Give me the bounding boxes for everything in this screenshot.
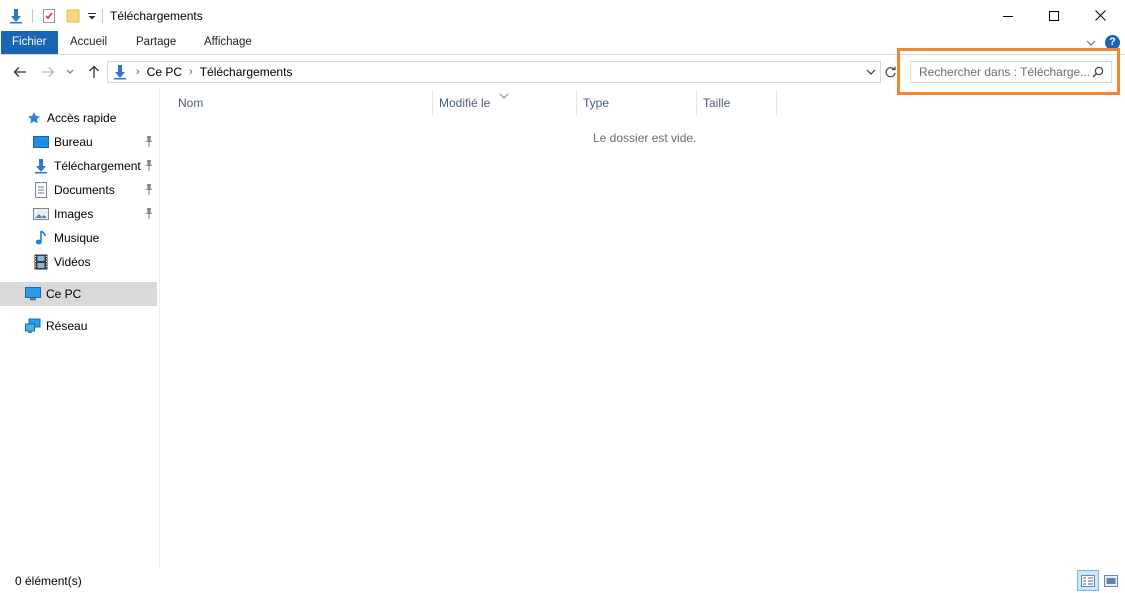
column-header-modifie-le[interactable]: Modifié le	[439, 90, 576, 116]
star-icon	[26, 110, 42, 126]
document-icon	[33, 182, 49, 198]
pin-icon[interactable]	[143, 135, 155, 149]
search-placeholder: Rechercher dans : Télécharge...	[919, 65, 1089, 79]
empty-folder-message: Le dossier est vide.	[593, 131, 697, 145]
column-divider[interactable]	[696, 90, 697, 116]
computer-icon	[25, 286, 41, 302]
nav-item-videos[interactable]: Vidéos	[0, 250, 157, 274]
navigation-pane: Accès rapide Bureau Téléchargements Docu…	[0, 88, 160, 568]
column-header-nom[interactable]: Nom	[178, 90, 432, 116]
download-arrow-icon[interactable]	[6, 6, 26, 26]
breadcrumb-separator[interactable]: ›	[189, 66, 193, 78]
nav-item-images[interactable]: Images	[0, 202, 157, 226]
maximize-icon	[1049, 10, 1059, 21]
up-button[interactable]	[84, 62, 104, 82]
forward-button[interactable]	[38, 62, 58, 82]
pin-icon[interactable]	[143, 159, 155, 173]
new-folder-icon[interactable]	[63, 6, 83, 26]
breadcrumb-telechargements[interactable]: Téléchargements	[200, 65, 293, 79]
nav-item-label: Ce PC	[46, 287, 82, 301]
breadcrumb-separator[interactable]: ›	[136, 66, 140, 78]
customize-dropdown-icon[interactable]	[85, 6, 99, 26]
nav-item-reseau[interactable]: Réseau	[0, 314, 157, 338]
nav-item-bureau[interactable]: Bureau	[0, 130, 157, 154]
column-divider[interactable]	[576, 90, 577, 116]
tab-fichier[interactable]: Fichier	[1, 31, 58, 54]
minimize-icon	[1003, 15, 1013, 17]
nav-item-label: Téléchargements	[54, 159, 141, 173]
address-dropdown-chevron-icon[interactable]	[864, 65, 878, 79]
network-icon	[25, 318, 41, 334]
address-bar[interactable]: › Ce PC › Téléchargements	[107, 61, 881, 83]
download-arrow-icon	[111, 63, 129, 81]
nav-item-label: Bureau	[54, 135, 93, 149]
nav-item-musique[interactable]: Musique	[0, 226, 157, 250]
tab-accueil[interactable]: Accueil	[57, 31, 120, 54]
status-item-count: 0 élément(s)	[15, 574, 82, 588]
close-button[interactable]	[1077, 0, 1123, 31]
nav-item-label: Réseau	[46, 319, 88, 333]
window-title: Téléchargements	[110, 9, 203, 23]
column-header-type[interactable]: Type	[583, 90, 696, 116]
nav-item-label: Accès rapide	[47, 111, 117, 125]
back-button[interactable]	[10, 62, 30, 82]
nav-item-label: Documents	[54, 183, 115, 197]
help-icon[interactable]: ?	[1105, 35, 1120, 50]
title-bar: Téléchargements	[0, 0, 1125, 32]
details-view-icon	[1081, 574, 1095, 587]
close-icon	[1094, 10, 1106, 21]
search-input[interactable]: Rechercher dans : Télécharge...	[910, 61, 1112, 83]
search-icon[interactable]	[1089, 63, 1107, 81]
column-divider[interactable]	[776, 90, 777, 116]
nav-item-documents[interactable]: Documents	[0, 178, 157, 202]
forward-arrow-icon	[42, 67, 55, 77]
image-icon	[33, 206, 49, 222]
nav-item-label: Images	[54, 207, 94, 221]
back-arrow-icon	[13, 67, 26, 77]
tab-affichage[interactable]: Affichage	[191, 31, 265, 54]
refresh-button[interactable]	[881, 61, 899, 83]
maximize-button[interactable]	[1031, 0, 1077, 31]
chevron-down-icon	[66, 69, 74, 74]
toolbar-separator	[32, 9, 33, 23]
up-arrow-icon	[89, 65, 99, 78]
navigation-bar: › Ce PC › Téléchargements Rechercher dan…	[0, 58, 1125, 86]
nav-item-telechargements[interactable]: Téléchargements	[0, 154, 157, 178]
nav-item-ce-pc[interactable]: Ce PC	[0, 282, 157, 306]
quick-access-toolbar	[6, 5, 99, 27]
details-view-button[interactable]	[1077, 570, 1099, 591]
large-icons-view-button[interactable]	[1100, 570, 1122, 591]
film-icon	[33, 254, 49, 270]
breadcrumb-ce-pc[interactable]: Ce PC	[147, 65, 182, 79]
title-separator	[102, 9, 103, 23]
music-note-icon	[33, 230, 49, 246]
desktop-icon	[33, 134, 49, 150]
column-header-taille[interactable]: Taille	[703, 90, 776, 116]
ribbon-tabs: Fichier Accueil Partage Affichage ?	[0, 31, 1125, 55]
download-arrow-icon	[33, 158, 49, 174]
properties-checklist-icon[interactable]	[39, 6, 59, 26]
nav-item-label: Vidéos	[54, 255, 91, 269]
recent-locations-button[interactable]	[63, 62, 77, 82]
column-divider[interactable]	[432, 90, 433, 116]
nav-item-label: Musique	[54, 231, 100, 245]
expand-ribbon-chevron-icon[interactable]	[1084, 36, 1098, 50]
refresh-icon	[884, 66, 896, 77]
tab-partage[interactable]: Partage	[123, 31, 189, 54]
pin-icon[interactable]	[143, 183, 155, 197]
pin-icon[interactable]	[143, 207, 155, 221]
minimize-button[interactable]	[985, 0, 1031, 31]
nav-item-quick-access[interactable]: Accès rapide	[0, 106, 157, 130]
large-icons-view-icon	[1104, 574, 1118, 587]
